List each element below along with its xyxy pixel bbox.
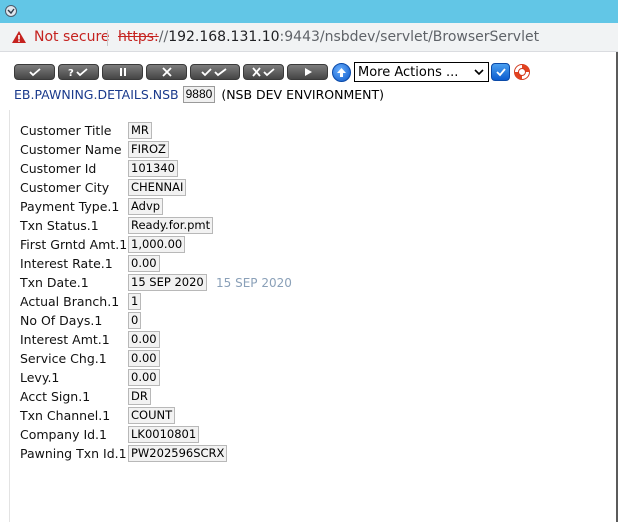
address-bar[interactable]: Not secure https://192.168.131.10:9443/n…: [0, 23, 618, 52]
warning-icon[interactable]: [11, 30, 27, 44]
field-value: PW202596SCRX: [128, 445, 228, 462]
field-label: First Grntd Amt.1: [20, 237, 128, 252]
field-value: MR: [128, 122, 152, 139]
authorise-icon: [201, 68, 227, 77]
field-value: Ready.for.pmt: [128, 217, 214, 234]
field-value: 0.00: [128, 369, 160, 386]
field-value: 0.00: [128, 331, 160, 348]
more-actions-value: More Actions ...: [358, 64, 459, 80]
commit-icon: [28, 68, 41, 77]
field-label: Acct Sign.1: [20, 389, 91, 404]
delete-icon: [161, 67, 172, 77]
not-secure-label[interactable]: Not secure: [34, 29, 110, 45]
next-icon: [304, 68, 312, 76]
field-value: CHENNAI: [128, 179, 187, 196]
field-label: Service Chg.1: [20, 351, 107, 366]
field-label: Company Id.1: [20, 427, 107, 442]
help-lifebuoy-icon[interactable]: [513, 63, 531, 81]
url-host: 192.168.131.10: [168, 29, 280, 45]
field-value: 1: [128, 293, 142, 310]
authorise-button[interactable]: [190, 64, 240, 80]
url-slashes: //: [158, 29, 169, 45]
commit-button[interactable]: [14, 64, 55, 80]
environment-label: (NSB DEV ENVIRONMENT): [221, 87, 384, 102]
up-arrow-button[interactable]: [332, 62, 351, 82]
field-value: 0.00: [128, 350, 160, 367]
field-value: 1,000.00: [128, 236, 186, 253]
validate-icon: ?: [68, 68, 88, 77]
field-label: Levy.1: [20, 370, 60, 385]
url-path: :9443/nsbdev/servlet/BrowserServlet: [279, 29, 540, 45]
field-label: Txn Date.1: [20, 275, 89, 290]
validate-button[interactable]: ?: [58, 64, 99, 80]
field-value: 0.00: [128, 255, 160, 272]
delete-button[interactable]: [146, 64, 187, 80]
version-header: EB.PAWNING.DETAILS.NSB 9880 (NSB DEV ENV…: [14, 86, 384, 103]
app-icon: [5, 5, 17, 17]
hold-icon: [119, 68, 126, 76]
field-label: Customer Id: [20, 161, 97, 176]
frame-divider: [9, 110, 10, 522]
field-value: DR: [128, 388, 151, 405]
field-value: FIROZ: [128, 141, 169, 158]
field-label: Txn Status.1: [20, 218, 99, 233]
go-button[interactable]: [491, 63, 510, 81]
record-id: 9880: [182, 86, 216, 103]
field-label: Interest Amt.1: [20, 332, 110, 347]
chevron-down-icon: [474, 69, 484, 76]
field-label: No Of Days.1: [20, 313, 103, 328]
field-label: Actual Branch.1: [20, 294, 120, 309]
reverse-button[interactable]: [243, 64, 284, 80]
field-value: COUNT: [128, 407, 176, 424]
next-button[interactable]: [287, 64, 328, 80]
field-label: Interest Rate.1: [20, 256, 113, 271]
field-value: Advp: [128, 198, 164, 215]
svg-text:?: ?: [68, 68, 74, 77]
field-value: LK0010801: [128, 426, 200, 443]
address-separator: [107, 30, 108, 46]
browser-title-bar: [0, 0, 618, 23]
url-scheme: https:: [118, 29, 159, 45]
field-label: Txn Channel.1: [20, 408, 111, 423]
more-actions-select[interactable]: More Actions ...: [354, 62, 489, 82]
url-text[interactable]: https://192.168.131.10:9443/nsbdev/servl…: [118, 29, 539, 45]
transaction-toolbar: ? More Actions ...: [14, 61, 531, 83]
field-value: 0: [128, 312, 142, 329]
field-value: 15 SEP 2020: [128, 274, 207, 291]
field-label: Customer City: [20, 180, 110, 195]
reverse-icon: [251, 67, 275, 77]
application-name: EB.PAWNING.DETAILS.NSB: [14, 87, 179, 102]
field-label: Pawning Txn Id.1: [20, 446, 127, 461]
field-label: Payment Type.1: [20, 199, 120, 214]
field-enrichment: 15 SEP 2020: [216, 275, 292, 290]
field-value: 101340: [128, 160, 178, 177]
go-icon: [495, 68, 506, 77]
up-arrow-icon: [337, 67, 346, 77]
field-label: Customer Name: [20, 142, 122, 157]
hold-button[interactable]: [102, 64, 143, 80]
field-label: Customer Title: [20, 123, 112, 138]
